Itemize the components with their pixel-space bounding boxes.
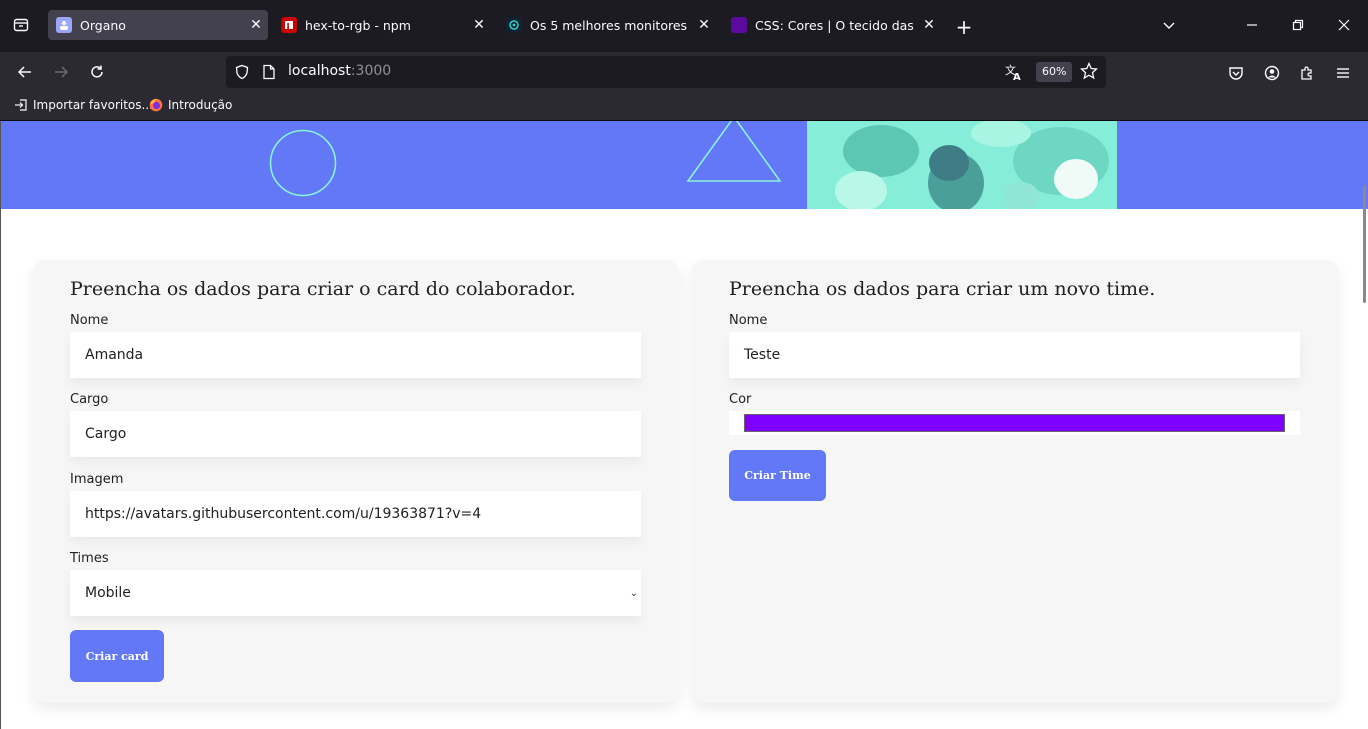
image-url-input[interactable]: https://avatars.githubusercontent.com/u/… xyxy=(70,491,641,537)
tab-monitores[interactable]: Os 5 melhores monitores para p ✕ xyxy=(498,10,716,40)
collaborator-form: Preencha os dados para criar o card do c… xyxy=(33,260,679,703)
banner xyxy=(1,121,1368,209)
close-window-icon[interactable] xyxy=(1321,10,1367,40)
npm-favicon-icon xyxy=(281,17,297,33)
bookmark-label: Importar favoritos... xyxy=(33,98,153,112)
tab-title: CSS: Cores | O tecido das tecnol xyxy=(755,17,917,33)
role-input[interactable]: Cargo xyxy=(70,411,641,457)
bookmark-introducao[interactable]: Introdução xyxy=(149,98,232,112)
back-arrow-icon[interactable] xyxy=(11,58,39,86)
close-tab-icon[interactable]: ✕ xyxy=(467,13,491,37)
tab-title: Organo xyxy=(80,17,126,33)
reload-icon[interactable] xyxy=(83,58,111,86)
image-url-value: https://avatars.githubusercontent.com/u/… xyxy=(85,506,482,522)
tab-organo[interactable]: Organo ✕ xyxy=(48,10,268,40)
zoom-level-badge[interactable]: 60% xyxy=(1036,62,1073,82)
banner-circle-shape xyxy=(269,129,337,197)
tab-title: hex-to-rgb - npm xyxy=(305,17,411,33)
translate-icon[interactable]: 文A xyxy=(1004,62,1024,86)
organo-favicon-icon xyxy=(56,17,72,33)
name-input-value: Amanda xyxy=(85,347,144,363)
page-scrollbar[interactable] xyxy=(1363,185,1366,303)
tab-strip: Organo ✕ hex-to-rgb - npm ✕ Os 5 melhore… xyxy=(0,0,1368,52)
close-tab-icon[interactable]: ✕ xyxy=(692,13,716,37)
forward-arrow-icon[interactable] xyxy=(47,58,75,86)
team-name-label: Nome xyxy=(729,313,768,328)
tab-css-cores[interactable]: CSS: Cores | O tecido das tecnol ✕ xyxy=(723,10,941,40)
firefox-view-icon[interactable] xyxy=(6,10,36,40)
role-input-value: Cargo xyxy=(85,426,127,442)
role-label: Cargo xyxy=(70,392,109,407)
navigation-toolbar: localhost:3000 文A 60% xyxy=(0,52,1368,92)
page-viewport: Preencha os dados para criar o card do c… xyxy=(0,121,1368,729)
tab-hex-to-rgb[interactable]: hex-to-rgb - npm ✕ xyxy=(273,10,491,40)
team-color-swatch xyxy=(744,414,1285,432)
collaborator-form-title: Preencha os dados para criar o card do c… xyxy=(70,278,576,300)
team-label: Times xyxy=(70,551,109,566)
team-name-input[interactable]: Teste xyxy=(729,332,1300,378)
team-form: Preencha os dados para criar um novo tim… xyxy=(692,260,1338,703)
bookmark-label: Introdução xyxy=(168,98,233,112)
svg-text:A: A xyxy=(1013,72,1021,82)
team-form-title: Preencha os dados para criar um novo tim… xyxy=(729,278,1156,300)
create-team-button[interactable]: Criar Time xyxy=(729,450,826,501)
restore-icon[interactable] xyxy=(1275,10,1321,40)
banner-team-photo xyxy=(807,121,1117,209)
chevron-down-icon: ⌄ xyxy=(629,588,638,599)
url-port: :3000 xyxy=(350,63,392,79)
pocket-icon[interactable] xyxy=(1225,62,1247,84)
url-host: localhost xyxy=(288,63,351,79)
new-tab-plus-icon[interactable]: + xyxy=(952,16,976,40)
banner-triangle-shape xyxy=(686,121,782,182)
bookmarks-toolbar: Importar favoritos... Introdução xyxy=(0,92,1368,121)
extensions-puzzle-icon[interactable] xyxy=(1296,62,1318,84)
name-label: Nome xyxy=(70,313,109,328)
name-input[interactable]: Amanda xyxy=(70,332,641,378)
team-select[interactable]: Mobile ⌄ xyxy=(70,570,641,616)
close-tab-icon[interactable]: ✕ xyxy=(244,13,268,37)
image-label: Imagem xyxy=(70,472,124,487)
create-card-button[interactable]: Criar card xyxy=(70,630,164,682)
menu-hamburger-icon[interactable] xyxy=(1332,62,1354,84)
tracking-protection-shield-icon[interactable] xyxy=(234,64,250,84)
bookmark-import[interactable]: Importar favoritos... xyxy=(14,98,153,112)
color-label: Cor xyxy=(729,392,752,407)
page-info-icon[interactable] xyxy=(262,64,276,84)
site-favicon-icon xyxy=(731,17,747,33)
team-color-input[interactable] xyxy=(729,411,1300,435)
minimize-icon[interactable] xyxy=(1229,10,1275,40)
team-name-value: Teste xyxy=(744,347,781,363)
tab-title: Os 5 melhores monitores para p xyxy=(530,17,692,33)
url-text: localhost:3000 xyxy=(288,63,391,79)
site-favicon-icon xyxy=(506,17,522,33)
close-tab-icon[interactable]: ✕ xyxy=(917,13,941,37)
firefox-logo-icon xyxy=(149,98,163,112)
account-icon[interactable] xyxy=(1261,62,1283,84)
tab-list-chevron-icon[interactable] xyxy=(1146,10,1192,40)
import-icon xyxy=(14,98,28,112)
team-select-value: Mobile xyxy=(85,585,131,601)
address-bar[interactable]: localhost:3000 文A 60% xyxy=(226,56,1106,88)
bookmark-star-icon[interactable] xyxy=(1079,61,1099,84)
